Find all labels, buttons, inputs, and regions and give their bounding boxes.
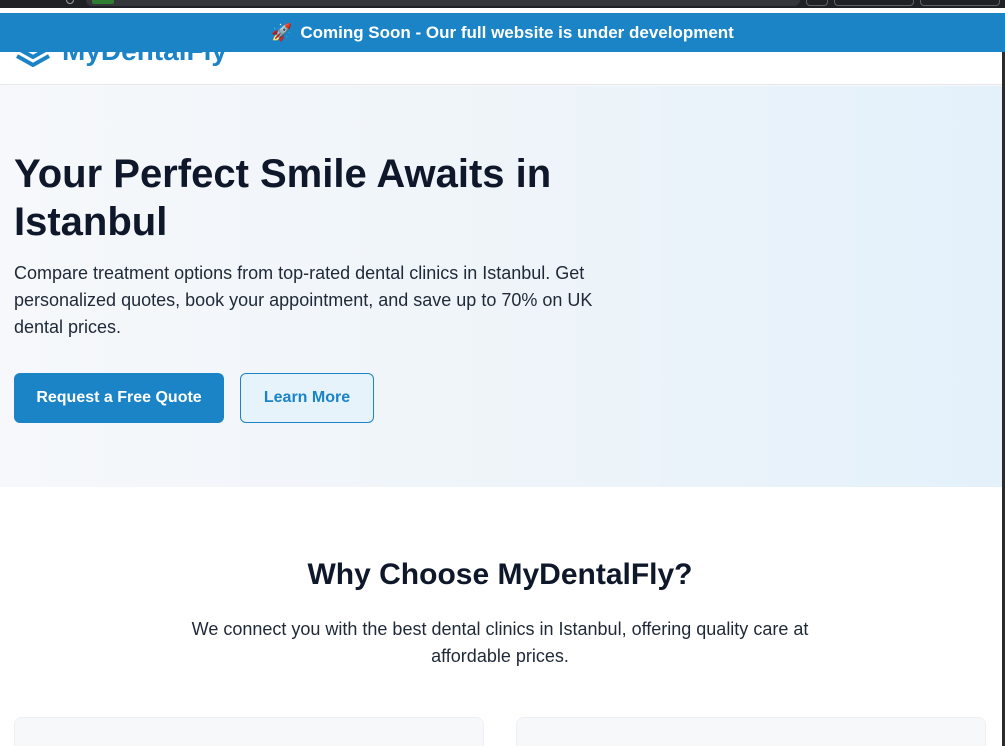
address-bar[interactable] [86,0,800,6]
hero-subtitle: Compare treatment options from top-rated… [14,263,593,337]
browser-profile-button[interactable] [920,0,1000,6]
extension-button[interactable] [806,0,828,6]
rocket-icon: 🚀 [271,22,293,42]
hero-title: Your Perfect Smile Awaits in Istanbul [14,152,552,244]
coming-soon-banner: 🚀 Coming Soon - Our full website is unde… [0,13,1005,52]
page: MyDentalFly Services About Treatments Te… [0,0,1005,746]
why-title: Why Choose MyDentalFly? [307,558,693,591]
banner-text: Coming Soon - Our full website is under … [300,22,734,42]
browser-chrome [0,0,1005,8]
why-subtitle: We connect you with the best dental clin… [191,619,809,666]
learn-more-button[interactable]: Learn More [240,373,374,423]
secure-badge-icon [92,0,114,4]
browser-toolbar-button[interactable] [834,0,914,6]
feature-card [14,717,484,746]
request-quote-button[interactable]: Request a Free Quote [14,373,224,423]
feature-card [516,717,986,746]
reload-icon[interactable] [66,0,74,4]
hero-section: Your Perfect Smile Awaits in Istanbul Co… [0,86,1005,487]
